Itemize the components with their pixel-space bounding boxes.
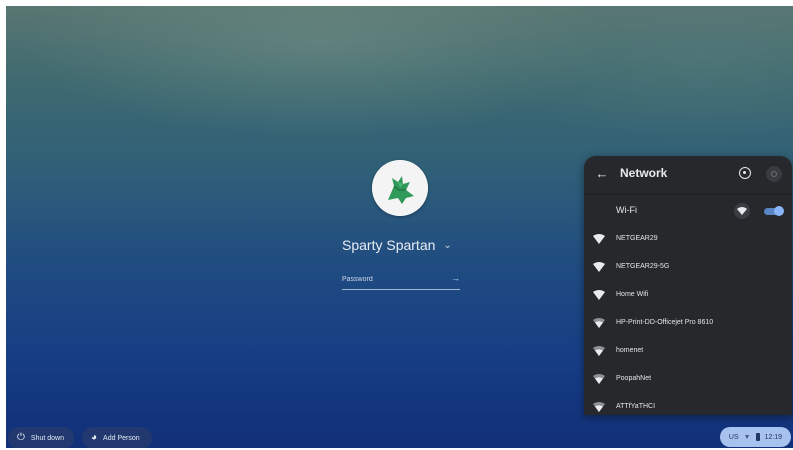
wifi-row: Wi-Fi <box>584 200 792 222</box>
network-name: ATTfYaTHCI <box>616 403 656 410</box>
wifi-full-icon <box>593 262 605 272</box>
add-person-icon: ◕ <box>91 432 98 443</box>
settings-gear-icon[interactable] <box>766 166 782 182</box>
password-field-wrapper: → <box>342 271 460 290</box>
header-divider <box>584 194 792 195</box>
wifi-label: Wi-Fi <box>616 205 637 215</box>
network-panel: ← Network Wi-Fi NETGEAR29 NETGEAR29-5G H… <box>584 156 792 415</box>
network-list-item[interactable]: PoopahNet <box>584 368 792 392</box>
wifi-medium-icon <box>593 346 605 356</box>
user-name-label: Sparty Spartan <box>342 237 436 253</box>
wifi-medium-icon <box>593 318 605 328</box>
frame-left-border <box>0 0 6 450</box>
keyboard-layout-label: US <box>728 433 739 441</box>
shutdown-button[interactable]: ⏻ Shut down <box>8 427 74 449</box>
power-icon: ⏻ <box>17 432 25 443</box>
network-list-item[interactable]: NETGEAR29-5G <box>584 256 792 280</box>
wifi-full-icon <box>593 234 605 244</box>
wifi-full-icon <box>593 290 605 300</box>
join-network-button[interactable] <box>734 203 750 219</box>
back-arrow-icon[interactable]: ← <box>594 166 610 182</box>
network-list-item[interactable]: HP-Print-DD-Officejet Pro 8610 <box>584 312 792 336</box>
add-person-label: Add Person <box>103 434 140 442</box>
network-list-item[interactable]: ATTfYaTHCI <box>584 396 792 415</box>
login-screen: Sparty Spartan ⌄ → ← Network Wi-Fi NETGE… <box>0 0 793 450</box>
network-name: HP-Print-DD-Officejet Pro 8610 <box>616 319 714 326</box>
user-avatar[interactable] <box>372 160 428 216</box>
password-input[interactable] <box>342 271 442 287</box>
wifi-add-icon <box>737 207 747 215</box>
user-name-dropdown[interactable]: Sparty Spartan ⌄ <box>342 236 466 254</box>
wifi-status-icon: ▼ <box>743 433 751 441</box>
shutdown-label: Shut down <box>30 434 65 442</box>
network-panel-title: Network <box>620 166 668 180</box>
network-list-item[interactable]: NETGEAR29 <box>584 228 792 252</box>
network-name: PoopahNet <box>616 375 652 382</box>
chevron-down-icon: ⌄ <box>443 239 452 251</box>
status-tray[interactable]: US ▼ 12:19 <box>720 427 791 447</box>
battery-icon <box>755 433 760 441</box>
info-icon[interactable] <box>739 167 751 179</box>
frame-top-border <box>0 0 793 6</box>
network-name: NETGEAR29-5G <box>616 263 670 270</box>
network-list-item[interactable]: homenet <box>584 340 792 364</box>
submit-arrow-icon[interactable]: → <box>451 273 460 283</box>
network-name: homenet <box>616 347 644 354</box>
dragon-avatar-icon <box>372 160 428 216</box>
network-list-item[interactable]: Home Wifi <box>584 284 792 308</box>
add-person-button[interactable]: ◕ Add Person <box>82 427 152 449</box>
wifi-medium-icon <box>593 374 605 384</box>
wifi-toggle[interactable] <box>764 206 784 216</box>
network-panel-header: ← Network <box>584 156 792 192</box>
clock-time: 12:19 <box>764 433 783 441</box>
network-name: Home Wifi <box>616 291 649 298</box>
network-name: NETGEAR29 <box>616 235 658 242</box>
wifi-medium-icon <box>593 402 605 412</box>
